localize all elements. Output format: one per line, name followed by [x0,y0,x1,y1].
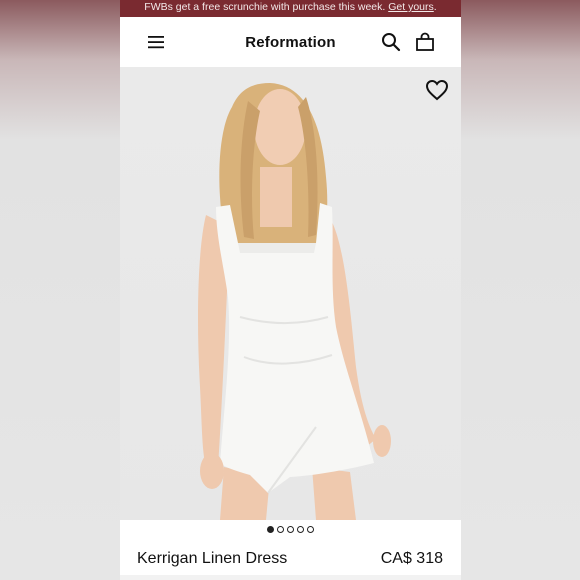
promo-banner: FWBs get a free scrunchie with purchase … [120,0,461,17]
promo-text: FWBs get a free scrunchie with purchase … [144,1,389,13]
carousel-dot-1[interactable] [267,526,274,533]
phone-frame: FWBs get a free scrunchie with purchase … [120,0,461,580]
bag-icon [416,32,434,51]
promo-link[interactable]: Get yours [388,1,434,13]
search-button[interactable] [380,31,402,53]
favorite-button[interactable] [425,79,449,101]
product-name: Kerrigan Linen Dress [137,550,288,567]
site-header: Reformation [120,17,461,67]
brand-logo[interactable]: Reformation [245,34,336,51]
promo-suffix: . [433,1,437,13]
carousel-dot-3[interactable] [287,526,294,533]
heart-outline-icon [425,79,449,101]
bag-button[interactable] [414,31,436,53]
carousel-dot-2[interactable] [277,526,284,533]
product-image[interactable] [120,67,461,520]
carousel-dot-5[interactable] [307,526,314,533]
menu-icon [148,36,164,49]
product-info: Kerrigan Linen Dress CA$ 318 [137,550,443,568]
bottom-divider [120,575,461,580]
product-price: CA$ 318 [380,550,443,567]
carousel-dot-4[interactable] [297,526,304,533]
model-photo [198,83,391,520]
search-icon [382,33,401,52]
menu-button[interactable] [145,31,167,53]
carousel-indicators [120,526,461,533]
